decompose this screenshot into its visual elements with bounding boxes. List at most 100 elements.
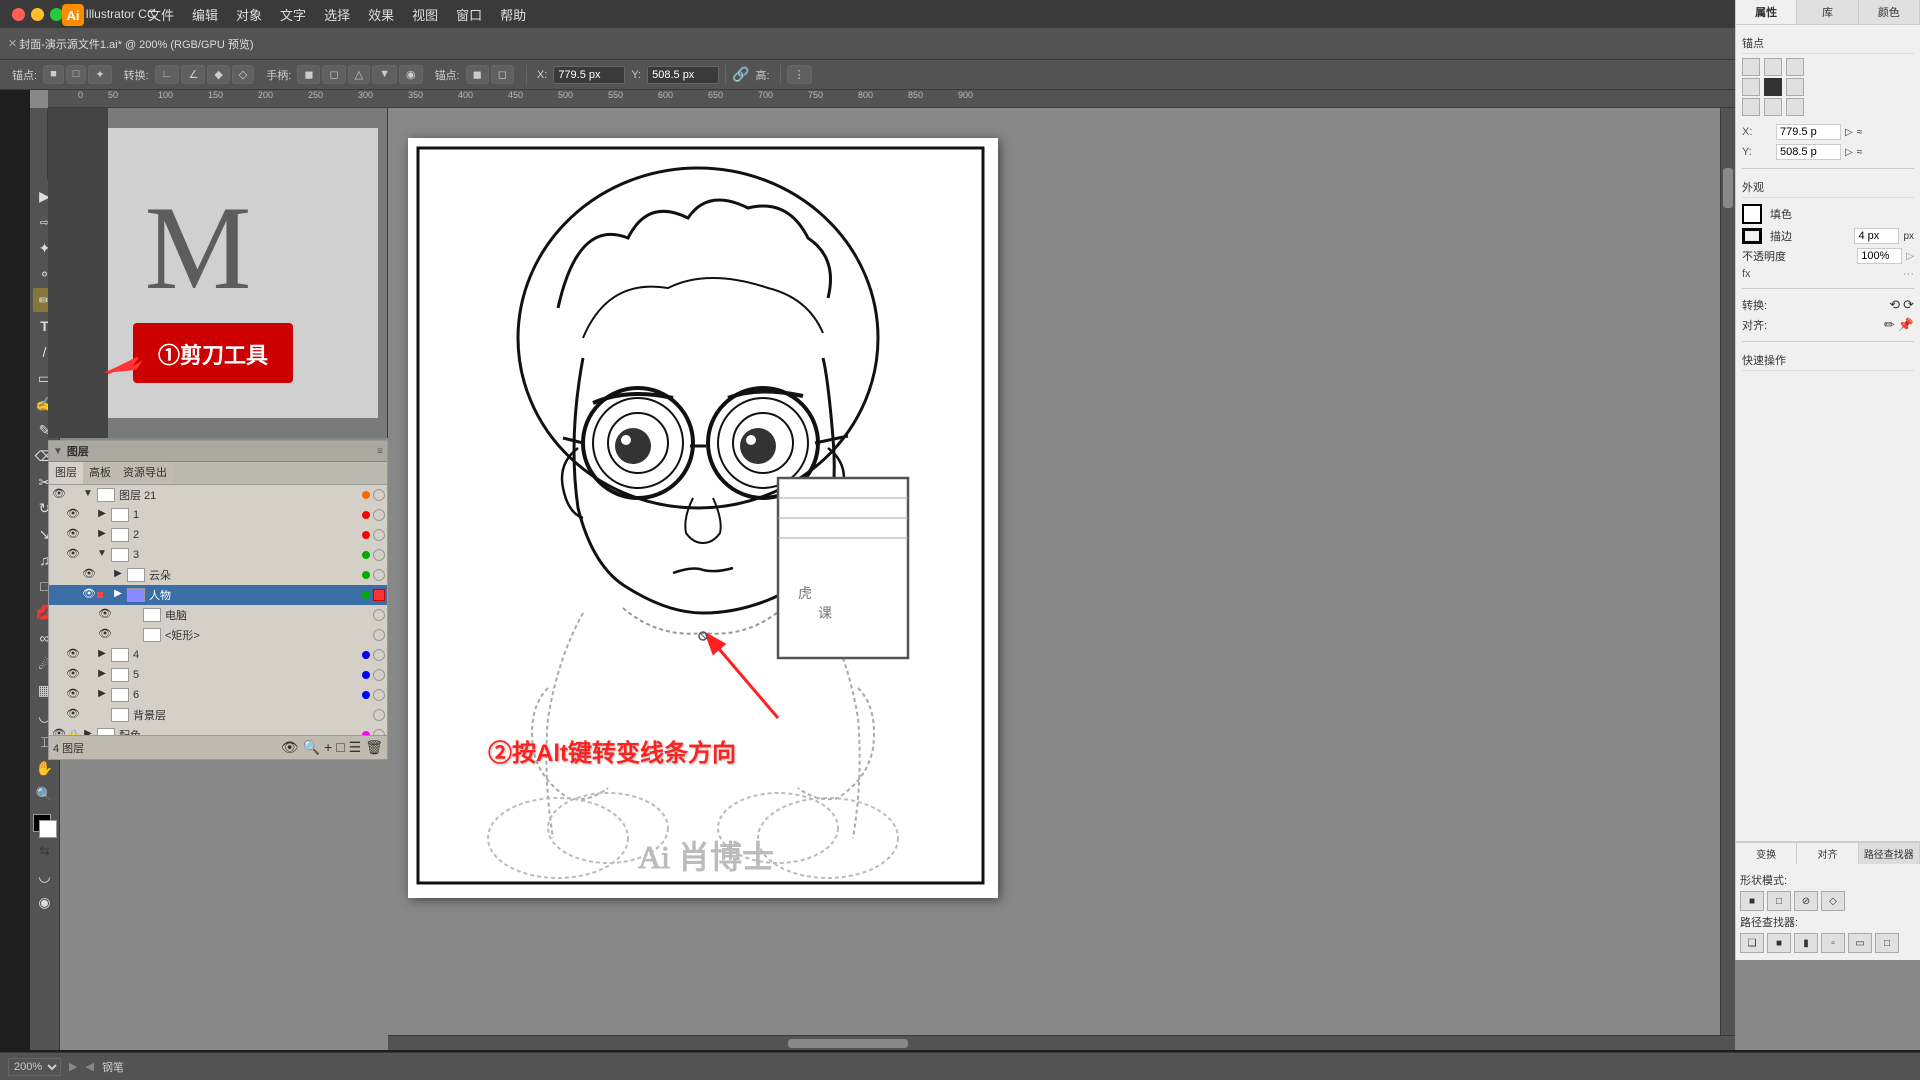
handle-btn-2[interactable]: ◻ [322, 65, 345, 84]
layer-row-cloud[interactable]: 👁 ▶ 云朵 [49, 565, 387, 585]
anchor-btn-2[interactable]: □ [66, 65, 87, 84]
layer-visibility-person[interactable]: 👁 [81, 587, 97, 603]
layers-delete-btn[interactable]: 🗑 [365, 739, 383, 756]
tab-transform[interactable]: 变换 [1736, 843, 1797, 864]
layer-expand-pc[interactable] [127, 608, 141, 622]
handle-btn-5[interactable]: ◉ [399, 65, 423, 84]
layer-target-color[interactable] [373, 729, 385, 735]
y-coord-input[interactable] [647, 66, 719, 84]
layer-target-bg[interactable] [373, 709, 385, 721]
merge-btn[interactable]: ▮ [1794, 933, 1818, 953]
fill-color-indicator[interactable] [1742, 204, 1762, 224]
layer-visibility-pc[interactable]: 👁 [97, 607, 113, 623]
x-constraint[interactable]: ≈ [1857, 127, 1863, 138]
transform-btn-4[interactable]: ◇ [232, 65, 254, 84]
minus-back-btn[interactable]: □ [1875, 933, 1899, 953]
anchor-point-btn[interactable]: ◼ [466, 65, 489, 84]
zoom-select[interactable]: 200% 100% 50% [8, 1058, 61, 1076]
x-arrow-right[interactable]: ▷ [1845, 127, 1853, 138]
layer-target-rect[interactable] [373, 629, 385, 641]
layer-visibility-cloud[interactable]: 👁 [81, 567, 97, 583]
fx-label[interactable]: fx [1742, 268, 1751, 280]
transform-btn-1[interactable]: ∟ [155, 65, 180, 84]
layers-panel-close[interactable]: ▼ [53, 446, 63, 457]
opacity-expand[interactable]: ▷ [1906, 251, 1914, 262]
menu-effect[interactable]: 效果 [360, 3, 402, 26]
handle-btn-4[interactable]: ▼ [372, 65, 397, 84]
layer-target-1[interactable] [373, 509, 385, 521]
layer-row-rect[interactable]: 👁 <矩形> [49, 625, 387, 645]
stroke-color-indicator[interactable] [1742, 228, 1762, 244]
extra-tool[interactable]: ◉ [33, 890, 57, 914]
tab-align[interactable]: 对齐 [1797, 843, 1858, 864]
tab-assets[interactable]: 资源导出 [117, 462, 173, 484]
tab-pathfinder[interactable]: 路径查找器 [1859, 843, 1920, 864]
layer-visibility-1[interactable]: 👁 [65, 507, 81, 523]
layer-visibility-6[interactable]: 👁 [65, 687, 81, 703]
menu-view[interactable]: 视图 [404, 3, 446, 26]
layer-visibility-5[interactable]: 👁 [65, 667, 81, 683]
crop-btn[interactable]: ▫ [1821, 933, 1845, 953]
transform-icon-2[interactable]: ⟳ [1903, 297, 1914, 313]
layer-row-1[interactable]: 👁 ▶ 1 [49, 505, 387, 525]
y-constraint[interactable]: ≈ [1857, 147, 1863, 158]
layer-target-2[interactable] [373, 529, 385, 541]
anchor-tc[interactable] [1764, 58, 1782, 76]
layer-visibility-4[interactable]: 👁 [65, 647, 81, 663]
layer-expand-6[interactable]: ▶ [95, 688, 109, 702]
fill-color-swatch[interactable] [33, 814, 57, 838]
anchor-tr[interactable] [1786, 58, 1804, 76]
y-arrow-right[interactable]: ▷ [1845, 147, 1853, 158]
layer-row-6[interactable]: 👁 ▶ 6 [49, 685, 387, 705]
layer-expand-21[interactable]: ▼ [81, 488, 95, 502]
chain-link-icon[interactable]: 🔗 [732, 66, 749, 83]
intersect-btn[interactable]: ⊘ [1794, 891, 1818, 911]
layer-visibility-21[interactable]: 👁 [51, 487, 67, 503]
handle-btn-3[interactable]: △ [348, 65, 370, 84]
menu-window[interactable]: 窗口 [448, 3, 490, 26]
layers-duplicate-btn[interactable]: □ [336, 739, 344, 756]
layers-panel-options[interactable]: ≡ [377, 446, 383, 457]
anchor-tl[interactable] [1742, 58, 1760, 76]
layer-expand-3[interactable]: ▼ [95, 548, 109, 562]
layer-row-person[interactable]: 👁 ▶ 人物 [49, 585, 387, 605]
tab-properties[interactable]: 属性 [1736, 0, 1797, 24]
zoom-tool[interactable]: 🔍 [33, 782, 57, 806]
transform-btn-3[interactable]: ◆ [207, 65, 229, 84]
layer-target-4[interactable] [373, 649, 385, 661]
anchor-btn-1[interactable]: ■ [43, 65, 64, 84]
y-value-input[interactable] [1776, 144, 1841, 160]
layer-target-cloud[interactable] [373, 569, 385, 581]
layer-row-color[interactable]: 👁 🔒 ▶ 配色 [49, 725, 387, 735]
layer-target-5[interactable] [373, 669, 385, 681]
tab-close[interactable]: ✕ [8, 37, 17, 50]
vertical-scrollbar[interactable] [1720, 108, 1735, 1035]
layer-expand-rect[interactable] [127, 628, 141, 642]
layer-expand-person[interactable]: ▶ [111, 588, 125, 602]
menu-help[interactable]: 帮助 [492, 3, 534, 26]
anchor-edit-icon[interactable]: ✏ [1884, 317, 1895, 333]
anchor-ml[interactable] [1742, 78, 1760, 96]
trim-btn[interactable]: ■ [1767, 933, 1791, 953]
layer-lock-color[interactable]: 🔒 [67, 730, 81, 736]
layers-make-visible-btn[interactable]: 👁 [281, 739, 299, 756]
layer-target-3[interactable] [373, 549, 385, 561]
layer-expand-cloud[interactable]: ▶ [111, 568, 125, 582]
layer-expand-4[interactable]: ▶ [95, 648, 109, 662]
layer-visibility-3[interactable]: 👁 [65, 547, 81, 563]
layer-expand-bg[interactable] [95, 708, 109, 722]
exclude-btn[interactable]: ◇ [1821, 891, 1845, 911]
layer-expand-1[interactable]: ▶ [95, 508, 109, 522]
main-canvas[interactable]: 虎 课 Ai 肖博士 [388, 108, 1735, 1050]
opacity-input[interactable] [1857, 248, 1902, 264]
fx-expand[interactable]: ··· [1903, 268, 1914, 280]
layer-expand-2[interactable]: ▶ [95, 528, 109, 542]
layer-visibility-2[interactable]: 👁 [65, 527, 81, 543]
layer-target-6[interactable] [373, 689, 385, 701]
menu-text[interactable]: 文字 [272, 3, 314, 26]
x-coord-input[interactable] [553, 66, 625, 84]
layer-target-pc[interactable] [373, 609, 385, 621]
outline-btn[interactable]: ▭ [1848, 933, 1872, 953]
anchor-mr[interactable] [1786, 78, 1804, 96]
anchor-point-btn-2[interactable]: ◻ [491, 65, 514, 84]
